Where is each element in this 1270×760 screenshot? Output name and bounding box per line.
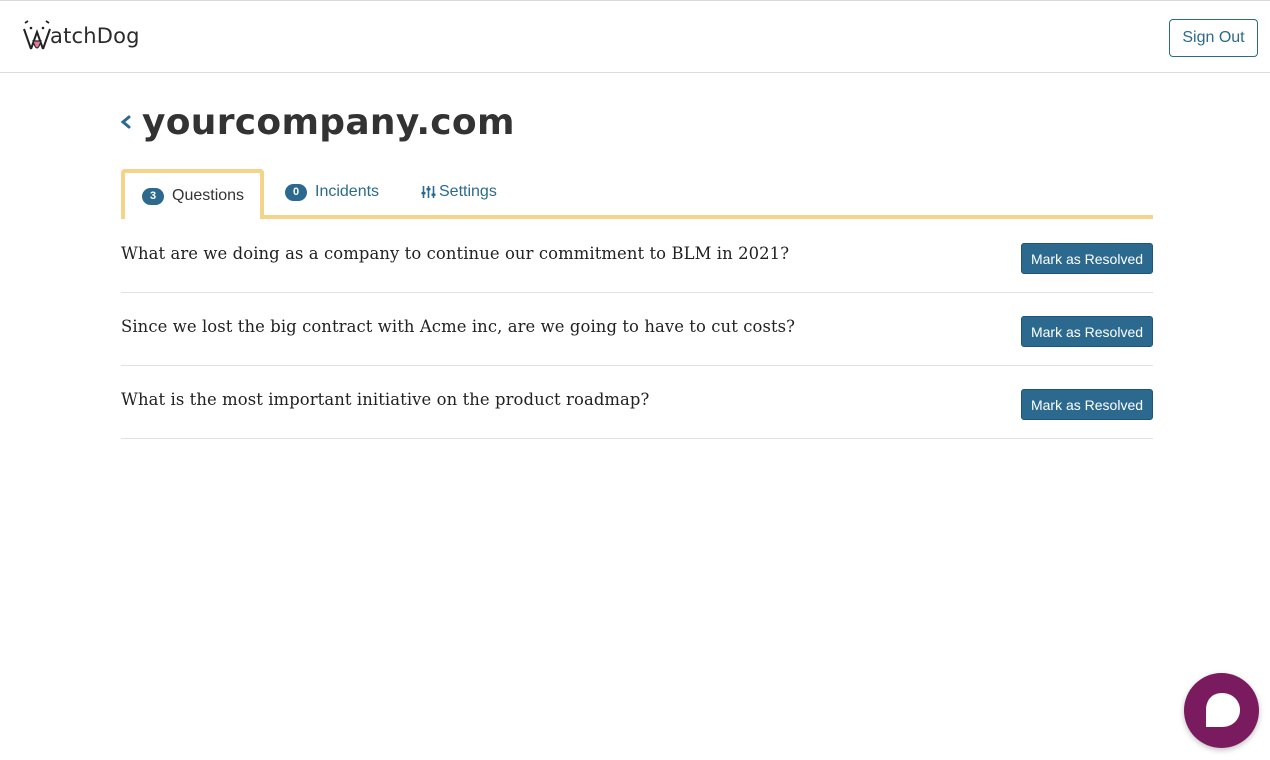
sliders-icon — [421, 186, 436, 198]
page-title: yourcompany.com — [142, 101, 515, 143]
incidents-count-badge: 0 — [285, 183, 307, 201]
mark-resolved-button[interactable]: Mark as Resolved — [1021, 243, 1153, 274]
mark-resolved-button[interactable]: Mark as Resolved — [1021, 316, 1153, 347]
tab-incidents[interactable]: 0 Incidents — [285, 169, 379, 215]
tab-settings[interactable]: Settings — [421, 169, 497, 215]
question-text: What are we doing as a company to contin… — [121, 244, 790, 263]
tab-questions[interactable]: 3 Questions — [121, 169, 264, 219]
chat-launcher-button[interactable] — [1184, 673, 1259, 748]
tab-questions-label: Questions — [172, 187, 245, 204]
questions-list: What are we doing as a company to contin… — [121, 220, 1153, 439]
list-item: What are we doing as a company to contin… — [121, 220, 1153, 293]
top-header: atchDog Sign Out — [0, 0, 1270, 73]
question-text: What is the most important initiative on… — [121, 390, 650, 409]
list-item: Since we lost the big contract with Acme… — [121, 293, 1153, 366]
logo-text: atchDog — [50, 24, 140, 48]
list-item: What is the most important initiative on… — [121, 366, 1153, 439]
tab-bar: 3 Questions 0 Incidents Settings — [121, 169, 1153, 219]
question-text: Since we lost the big contract with Acme… — [121, 317, 796, 336]
chat-bubble-icon — [1205, 692, 1240, 727]
watchdog-logo[interactable]: atchDog — [22, 19, 140, 53]
mark-resolved-button[interactable]: Mark as Resolved — [1021, 389, 1153, 420]
questions-count-badge: 3 — [142, 187, 164, 205]
tab-incidents-label: Incidents — [315, 183, 380, 200]
tab-settings-label: Settings — [439, 183, 497, 200]
page-title-row: yourcompany.com — [118, 98, 515, 146]
chevron-left-icon[interactable] — [118, 112, 134, 132]
sign-out-button[interactable]: Sign Out — [1169, 19, 1258, 57]
dog-face-logo-icon — [23, 20, 51, 50]
